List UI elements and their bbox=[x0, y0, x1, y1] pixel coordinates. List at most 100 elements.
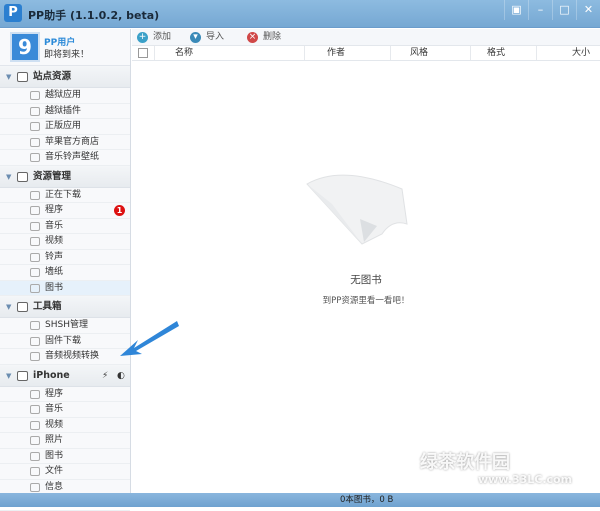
charging-icon[interactable]: ⚡ bbox=[102, 365, 108, 387]
section-label: 工具箱 bbox=[33, 301, 62, 312]
close-button[interactable]: ✕ bbox=[576, 0, 600, 20]
sidebar-item[interactable]: 视频 bbox=[0, 418, 130, 433]
count-badge: 1 bbox=[114, 205, 125, 216]
status-text: 0本图书，0 B bbox=[340, 495, 394, 505]
item-label: 音乐铃声壁纸 bbox=[45, 152, 100, 162]
item-icon bbox=[30, 268, 40, 277]
item-icon bbox=[30, 137, 40, 147]
sidebar-item[interactable]: 照片 bbox=[0, 433, 130, 449]
item-label: 音乐 bbox=[45, 220, 64, 231]
item-icon bbox=[30, 451, 40, 461]
item-label: 音乐 bbox=[45, 404, 64, 414]
item-label: 程序 bbox=[45, 205, 64, 215]
add-button[interactable]: + 添加 bbox=[137, 31, 171, 44]
import-button[interactable]: ▾ 导入 bbox=[190, 31, 224, 44]
import-icon: ▾ bbox=[190, 32, 201, 43]
column-format[interactable]: 格式 bbox=[487, 46, 505, 60]
sidebar-item[interactable]: 正版应用 bbox=[0, 119, 130, 135]
expand-icon[interactable]: ▼ bbox=[6, 166, 11, 188]
item-label: 正版应用 bbox=[45, 121, 82, 131]
delete-button[interactable]: × 删除 bbox=[247, 31, 281, 44]
section-1[interactable]: ▼ 资源管理 bbox=[0, 165, 130, 188]
sidebar-item[interactable]: 铃声 bbox=[0, 250, 130, 265]
item-icon bbox=[30, 467, 40, 476]
column-style[interactable]: 风格 bbox=[410, 46, 428, 60]
sidebar-item[interactable]: 视频 bbox=[0, 234, 130, 250]
sidebar-item[interactable]: 文件 bbox=[0, 464, 130, 480]
expand-icon[interactable]: ▼ bbox=[6, 66, 11, 88]
annotation-arrow-icon bbox=[120, 321, 179, 356]
sidebar-item[interactable]: 越狱应用 bbox=[0, 88, 130, 104]
section-0[interactable]: ▼ 站点资源 bbox=[0, 66, 130, 88]
sidebar: 9 PP用户 即将到来！ ▼ 站点资源 越狱应用 越狱插件 正版应用 苹果官方商店 音乐铃声… bbox=[0, 29, 131, 511]
sidebar-item[interactable]: 音乐铃声壁纸 bbox=[0, 150, 130, 166]
section-icon bbox=[17, 171, 28, 182]
user-panel[interactable]: 9 PP用户 即将到来！ bbox=[0, 29, 130, 66]
title-bar: P PP助手 (1.1.0.2, beta) ▣ – □ ✕ bbox=[0, 0, 600, 28]
sidebar-item[interactable]: SHSH管理 bbox=[0, 318, 130, 334]
sidebar-item[interactable]: 音乐 bbox=[0, 402, 130, 418]
item-label: SHSH管理 bbox=[45, 320, 88, 330]
column-author[interactable]: 作者 bbox=[327, 46, 345, 60]
section-3[interactable]: ▼ iPhone ⚡ ◐ bbox=[0, 364, 130, 387]
item-label: 墙纸 bbox=[45, 267, 64, 277]
sidebar-item[interactable]: 程序 bbox=[0, 387, 130, 402]
add-label: 添加 bbox=[153, 32, 172, 42]
section-label: 站点资源 bbox=[33, 71, 72, 82]
item-icon bbox=[30, 482, 40, 492]
item-icon bbox=[30, 405, 40, 414]
sidebar-item[interactable]: 图书 bbox=[0, 449, 130, 464]
watermark-name: 绿茶软件园 bbox=[420, 452, 510, 473]
column-size[interactable]: 大小 bbox=[572, 46, 590, 60]
item-icon bbox=[30, 352, 40, 361]
item-icon bbox=[30, 106, 40, 116]
item-label: 苹果官方商店 bbox=[45, 136, 100, 147]
item-icon bbox=[30, 321, 40, 330]
item-icon bbox=[30, 153, 40, 162]
sidebar-item[interactable]: 苹果官方商店 bbox=[0, 135, 130, 150]
import-label: 导入 bbox=[206, 32, 225, 42]
delete-label: 删除 bbox=[263, 32, 282, 42]
item-icon bbox=[30, 237, 40, 246]
skin-icon[interactable]: ▣ bbox=[504, 0, 528, 20]
sidebar-item[interactable]: 音频视频转换 bbox=[0, 349, 130, 365]
item-icon bbox=[30, 91, 40, 100]
item-icon bbox=[30, 283, 40, 293]
item-icon bbox=[30, 389, 40, 399]
item-label: 视频 bbox=[45, 419, 64, 430]
section-2[interactable]: ▼ 工具箱 bbox=[0, 296, 130, 318]
item-icon bbox=[30, 436, 40, 445]
item-label: 图书 bbox=[45, 450, 64, 461]
sidebar-item[interactable]: 程序 1 bbox=[0, 203, 130, 219]
item-icon bbox=[30, 336, 40, 346]
table-header: 名称 作者 风格 格式 大小 bbox=[132, 46, 600, 61]
expand-icon[interactable]: ▼ bbox=[6, 365, 11, 387]
sidebar-item[interactable]: 音乐 bbox=[0, 219, 130, 234]
select-all-checkbox[interactable] bbox=[138, 48, 148, 58]
item-label: 固件下载 bbox=[45, 335, 82, 346]
sidebar-item[interactable]: 越狱插件 bbox=[0, 104, 130, 119]
item-icon bbox=[30, 206, 40, 215]
status-bar: 0本图书，0 B bbox=[0, 493, 600, 507]
plus-icon: + bbox=[137, 32, 148, 43]
sidebar-item[interactable]: 固件下载 bbox=[0, 334, 130, 349]
sidebar-item[interactable]: 墙纸 bbox=[0, 265, 130, 281]
minimize-button[interactable]: – bbox=[528, 0, 552, 20]
section-label: 资源管理 bbox=[33, 170, 72, 182]
sidebar-item[interactable]: 图书 bbox=[0, 280, 130, 296]
delete-icon: × bbox=[247, 32, 258, 43]
main-panel: + 添加 ▾ 导入 × 删除 名称 作者 风格 格式 大小 无图书 到PP资源里看一看… bbox=[132, 29, 600, 493]
watermark-url: www.33LC.com bbox=[478, 473, 573, 486]
item-icon bbox=[30, 122, 40, 131]
item-label: 视频 bbox=[45, 236, 64, 246]
item-label: 程序 bbox=[45, 388, 64, 399]
toolbar: + 添加 ▾ 导入 × 删除 bbox=[132, 29, 600, 46]
item-label: 文件 bbox=[45, 466, 64, 476]
empty-subtitle[interactable]: 到PP资源里看一看吧！ bbox=[132, 294, 600, 306]
column-name[interactable]: 名称 bbox=[175, 46, 193, 60]
maximize-button[interactable]: □ bbox=[552, 0, 576, 20]
section-icon bbox=[17, 302, 28, 312]
sidebar-item[interactable]: 正在下载 bbox=[0, 188, 130, 203]
expand-icon[interactable]: ▼ bbox=[6, 296, 11, 318]
empty-book-icon bbox=[306, 174, 408, 245]
